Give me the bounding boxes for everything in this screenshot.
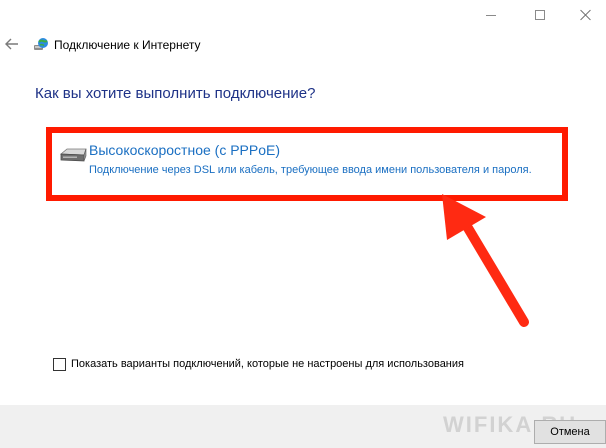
back-button[interactable] [2,34,22,54]
wizard-title: Подключение к Интернету [54,38,201,52]
annotation-arrow-icon [442,194,529,327]
page-heading: Как вы хотите выполнить подключение? [35,85,316,102]
arrow-left-icon [5,38,18,50]
network-globe-icon [34,38,48,50]
maximize-icon [535,10,545,20]
option-title: Высокоскоростное (с PPPoE) [89,142,281,158]
show-unconfigured-checkbox[interactable] [53,357,66,371]
pppoe-option[interactable]: Высокоскоростное (с PPPoE) Подключение ч… [46,127,568,201]
broadband-modem-icon [59,148,87,162]
maximize-button[interactable] [517,0,563,30]
close-icon [580,9,592,21]
cancel-button[interactable]: Отмена [534,420,606,444]
minimize-button[interactable] [468,0,514,30]
option-description: Подключение через DSL или кабель, требую… [89,164,532,176]
minimize-icon [486,14,496,16]
title-bar [0,0,606,30]
close-button[interactable] [563,0,606,30]
checkbox-label: Показать варианты подключений, которые н… [71,358,464,370]
wizard-header: Подключение к Интернету [0,30,606,60]
show-unconfigured-checkbox-row[interactable]: Показать варианты подключений, которые н… [53,356,464,372]
